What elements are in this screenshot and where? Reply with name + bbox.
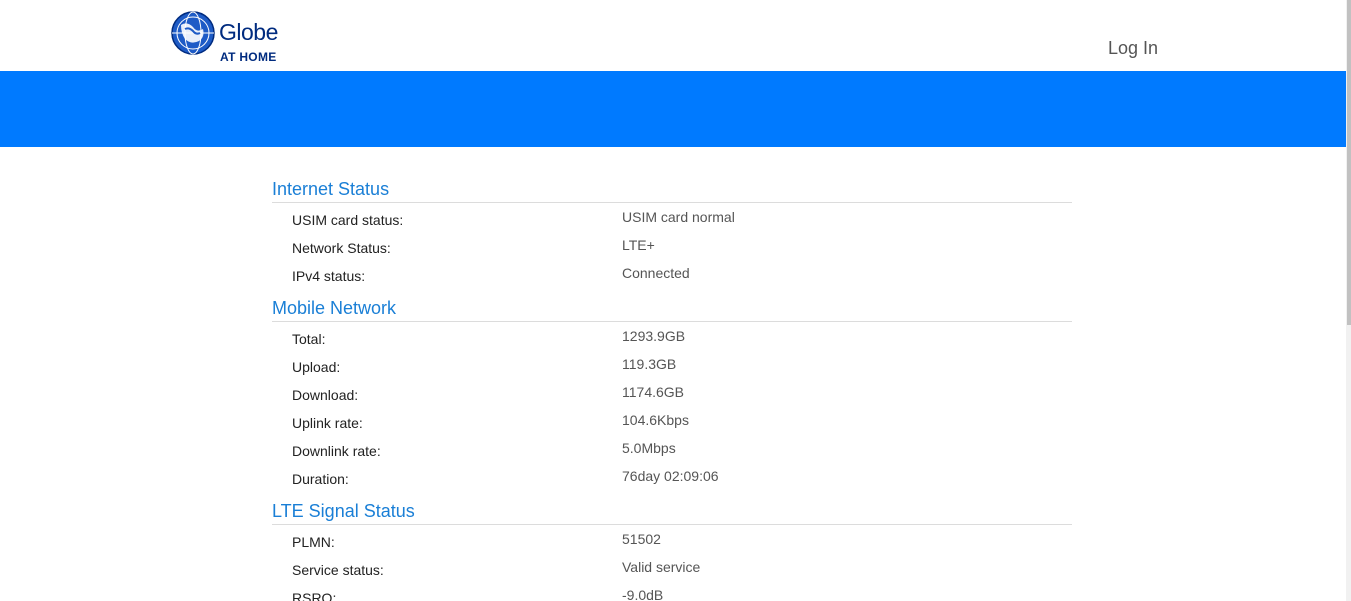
globe-at-home-logo[interactable]: Globe AT HOME bbox=[171, 11, 291, 65]
header-banner bbox=[0, 71, 1346, 147]
row-value: 1174.6GB bbox=[622, 384, 685, 400]
status-row: IPv4 status: Connected bbox=[272, 259, 1072, 287]
row-value: 119.3GB bbox=[622, 356, 677, 372]
row-label: Network Status: bbox=[292, 240, 391, 256]
row-value: Connected bbox=[622, 265, 690, 281]
row-value: LTE+ bbox=[622, 237, 655, 253]
header: Globe AT HOME Log In bbox=[0, 0, 1346, 71]
login-link[interactable]: Log In bbox=[1108, 38, 1158, 59]
row-label: Duration: bbox=[292, 471, 349, 487]
section-title: Internet Status bbox=[272, 176, 1072, 203]
row-value: -9.0dB bbox=[622, 587, 664, 601]
row-label: Downlink rate: bbox=[292, 443, 381, 459]
status-row: Network Status: LTE+ bbox=[272, 231, 1072, 259]
row-value: 5.0Mbps bbox=[622, 440, 676, 456]
vertical-scrollbar-thumb[interactable] bbox=[1347, 0, 1351, 325]
status-row: USIM card status: USIM card normal bbox=[272, 203, 1072, 231]
row-label: Upload: bbox=[292, 359, 341, 375]
section-internet-status: Internet Status USIM card status: USIM c… bbox=[272, 176, 1072, 287]
section-title: Mobile Network bbox=[272, 295, 1072, 322]
row-value: 51502 bbox=[622, 531, 661, 547]
status-row: Service status: Valid service bbox=[272, 553, 1072, 581]
logo-subtitle: AT HOME bbox=[220, 50, 277, 64]
row-value: 104.6Kbps bbox=[622, 412, 689, 428]
status-row: PLMN: 51502 bbox=[272, 525, 1072, 553]
logo-name: Globe bbox=[219, 19, 278, 45]
status-row: Uplink rate: 104.6Kbps bbox=[272, 406, 1072, 434]
row-value: 76day 02:09:06 bbox=[622, 468, 719, 484]
status-row: Total: 1293.9GB bbox=[272, 322, 1072, 350]
status-row: Download: 1174.6GB bbox=[272, 378, 1072, 406]
row-label: Service status: bbox=[292, 562, 384, 578]
row-label: USIM card status: bbox=[292, 212, 404, 228]
globe-logo-icon bbox=[171, 11, 215, 55]
row-label: Download: bbox=[292, 387, 359, 403]
row-label: Total: bbox=[292, 331, 326, 347]
row-label: IPv4 status: bbox=[292, 268, 366, 284]
row-label: Uplink rate: bbox=[292, 415, 363, 431]
status-content: Internet Status USIM card status: USIM c… bbox=[272, 176, 1072, 601]
status-row: Duration: 76day 02:09:06 bbox=[272, 462, 1072, 490]
row-label: RSRQ: bbox=[292, 590, 337, 601]
row-label: PLMN: bbox=[292, 534, 335, 550]
row-value: USIM card normal bbox=[622, 209, 735, 225]
status-row: Upload: 119.3GB bbox=[272, 350, 1072, 378]
section-lte-signal-status: LTE Signal Status PLMN: 51502 Service st… bbox=[272, 498, 1072, 601]
status-row: RSRQ: -9.0dB bbox=[272, 581, 1072, 601]
section-title: LTE Signal Status bbox=[272, 498, 1072, 525]
status-row: Downlink rate: 5.0Mbps bbox=[272, 434, 1072, 462]
row-value: 1293.9GB bbox=[622, 328, 686, 344]
page: Globe AT HOME Log In Internet Status USI… bbox=[0, 0, 1351, 601]
section-mobile-network: Mobile Network Total: 1293.9GB Upload: 1… bbox=[272, 295, 1072, 490]
row-value: Valid service bbox=[622, 559, 701, 575]
